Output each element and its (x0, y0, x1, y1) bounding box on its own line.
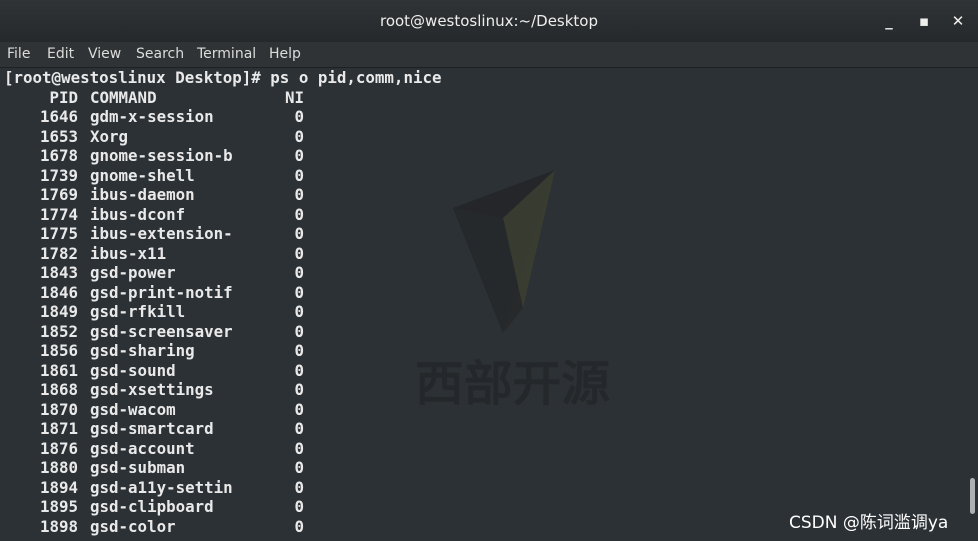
terminal-window: root@westoslinux:~/Desktop _ ▪ ✕ File Ed… (0, 0, 978, 541)
process-command: gsd-sound (90, 360, 176, 380)
table-header: PID COMMAND NI (4, 88, 304, 107)
process-ni: 0 (294, 224, 304, 243)
process-pid: 1775 (39, 224, 78, 243)
process-command: gsd-account (90, 438, 195, 458)
process-command: ibus-x11 (90, 243, 167, 263)
header-pid: PID (49, 87, 78, 107)
process-command: ibus-daemon (90, 185, 195, 204)
process-ni: 0 (294, 107, 304, 126)
process-command: gsd-screensaver (90, 321, 233, 341)
process-ni: 0 (294, 146, 304, 165)
process-pid: 1646 (39, 107, 78, 126)
process-pid: 1880 (39, 458, 78, 477)
process-ni: 0 (294, 438, 304, 458)
process-ni: 0 (294, 204, 304, 224)
process-ni: 0 (294, 497, 304, 516)
process-ni: 0 (294, 302, 304, 321)
process-pid: 1739 (39, 165, 78, 185)
close-icon[interactable]: ✕ (945, 8, 971, 34)
process-command: gnome-session-b (90, 146, 233, 165)
process-ni: 0 (294, 477, 304, 497)
scrollbar[interactable] (968, 68, 978, 541)
scroll-thumb[interactable] (970, 478, 975, 514)
process-command: gsd-wacom (90, 399, 176, 419)
process-pid: 1870 (39, 399, 78, 419)
process-ni: 0 (294, 243, 304, 263)
command-prompt: [root@westoslinux Desktop]# ps o pid,com… (4, 68, 442, 87)
process-pid: 1843 (39, 263, 78, 282)
process-pid: 1852 (39, 321, 78, 341)
menu-file[interactable]: File (7, 42, 30, 67)
process-ni: 0 (294, 516, 304, 536)
process-command: gsd-rfkill (90, 302, 186, 321)
process-command: gsd-subman (90, 458, 186, 477)
process-command: ibus-dconf (90, 204, 186, 224)
process-ni: 0 (294, 380, 304, 399)
process-ni: 0 (294, 185, 304, 204)
process-ni: 0 (294, 360, 304, 380)
header-command: COMMAND (90, 87, 157, 107)
process-command: Xorg (90, 126, 129, 146)
process-command: gsd-smartcard (90, 419, 214, 438)
process-pid: 1871 (39, 419, 78, 438)
process-command: gsd-a11y-settin (90, 477, 233, 497)
westos-logo-watermark: 西部开源 (415, 170, 610, 412)
process-pid: 1876 (39, 438, 78, 458)
process-command: gsd-sharing (90, 341, 195, 360)
process-pid: 1846 (39, 282, 78, 302)
process-pid: 1774 (39, 204, 78, 224)
minimize-icon[interactable]: _ (876, 8, 902, 34)
process-ni: 0 (294, 458, 304, 477)
process-ni: 0 (294, 341, 304, 360)
process-command: gsd-power (90, 263, 176, 282)
title-bar[interactable]: root@westoslinux:~/Desktop _ ▪ ✕ (0, 0, 978, 43)
process-pid: 1898 (39, 516, 78, 536)
process-pid: 1653 (39, 126, 78, 146)
process-ni: 0 (294, 282, 304, 302)
process-pid: 1868 (39, 380, 78, 399)
process-pid: 1894 (39, 477, 78, 497)
process-pid: 1861 (39, 360, 78, 380)
process-pid: 1769 (39, 185, 78, 204)
menu-bar: File Edit View Search Terminal Help (0, 42, 978, 68)
header-ni: NI (284, 87, 304, 107)
process-command: gsd-print-notif (90, 282, 233, 302)
process-ni: 0 (294, 263, 304, 282)
menu-terminal[interactable]: Terminal (197, 42, 256, 67)
process-command: gnome-shell (90, 165, 195, 185)
process-ni: 0 (294, 399, 304, 419)
window-title: root@westoslinux:~/Desktop (379, 12, 599, 30)
csdn-watermark: CSDN @陈词滥调ya (789, 513, 949, 533)
terminal-output[interactable]: 西部开源 [root@westoslinux Desktop]# ps o pi… (0, 68, 968, 541)
process-command: gdm-x-session (90, 107, 214, 126)
maximize-icon[interactable]: ▪ (911, 8, 937, 34)
process-command: gsd-xsettings (90, 380, 214, 399)
process-ni: 0 (294, 126, 304, 146)
watermark-text: 西部开源 (415, 356, 610, 412)
process-command: gsd-color (90, 516, 176, 536)
process-ni: 0 (294, 165, 304, 185)
process-ni: 0 (294, 321, 304, 341)
menu-help[interactable]: Help (269, 42, 301, 67)
menu-edit[interactable]: Edit (47, 42, 74, 67)
menu-search[interactable]: Search (136, 42, 184, 67)
process-command: gsd-clipboard (90, 497, 214, 516)
process-pid: 1895 (39, 497, 78, 516)
menu-view[interactable]: View (88, 42, 121, 67)
process-ni: 0 (294, 419, 304, 438)
process-command: ibus-extension- (90, 224, 233, 243)
process-pid: 1849 (39, 302, 78, 321)
process-pid: 1678 (39, 146, 78, 165)
process-pid: 1782 (39, 243, 78, 263)
process-pid: 1856 (39, 341, 78, 360)
